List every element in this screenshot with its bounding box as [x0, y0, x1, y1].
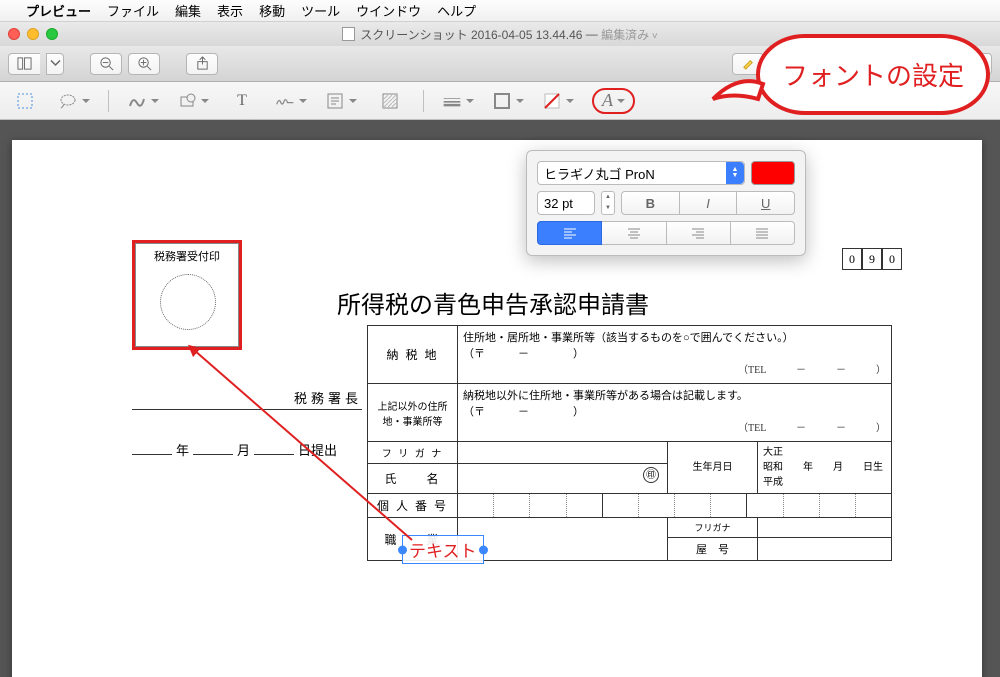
date-row: 年 月 日提出	[132, 440, 362, 459]
callout-text: フォントの設定	[756, 34, 990, 115]
document-page: 0 9 0 税務署受付印 所得税の青色申告承認申請書 税務署長 年 月 日提出 …	[12, 140, 982, 677]
stamp-label: 税務署受付印	[136, 244, 238, 264]
font-size-stepper[interactable]: ▲▼	[601, 191, 615, 215]
mask-tool[interactable]	[375, 88, 405, 114]
menubar: プレビュー ファイル 編集 表示 移動 ツール ウインドウ ヘルプ	[0, 0, 1000, 22]
form-title: 所得税の青色申告承認申請書	[337, 285, 649, 320]
menu-tools[interactable]: ツール	[301, 1, 340, 20]
share-button[interactable]	[186, 53, 218, 75]
align-justify-button[interactable]	[730, 221, 795, 245]
menu-edit[interactable]: 編集	[175, 1, 201, 20]
row-label: 個 人 番 号	[368, 494, 458, 518]
office-row: 税務署長	[132, 388, 362, 410]
text-tool[interactable]: T	[227, 88, 257, 114]
lasso-tool[interactable]	[58, 88, 90, 114]
menu-view[interactable]: 表示	[217, 1, 243, 20]
note-tool[interactable]	[325, 88, 357, 114]
stamp-highlight: 税務署受付印	[132, 240, 242, 350]
fill-color-tool[interactable]	[542, 88, 574, 114]
font-popover: ヒラギノ丸ゴ ProN ▲▼ 32 pt ▲▼ B I U	[526, 150, 806, 256]
menu-file[interactable]: ファイル	[107, 1, 159, 20]
num-box: 9	[862, 248, 882, 270]
font-tool[interactable]: A	[592, 88, 635, 114]
num-box: 0	[882, 248, 902, 270]
align-center-button[interactable]	[601, 221, 666, 245]
menu-app[interactable]: プレビュー	[26, 1, 91, 20]
font-size-input[interactable]: 32 pt	[537, 191, 595, 215]
shapes-tool[interactable]	[177, 88, 209, 114]
menu-help[interactable]: ヘルプ	[437, 1, 476, 20]
view-mode-dropdown[interactable]	[46, 53, 64, 75]
document-area[interactable]: 0 9 0 税務署受付印 所得税の青色申告承認申請書 税務署長 年 月 日提出 …	[0, 120, 1000, 677]
zoom-in-button[interactable]	[128, 53, 160, 75]
shop-label: 屋 号	[668, 538, 758, 561]
row-label: 納 税 地	[368, 326, 458, 384]
underline-button[interactable]: U	[736, 191, 795, 215]
align-left-button[interactable]	[537, 221, 602, 245]
italic-button[interactable]: I	[679, 191, 738, 215]
zoom-out-button[interactable]	[90, 53, 122, 75]
stamp-circle	[160, 274, 216, 330]
bold-button[interactable]: B	[621, 191, 680, 215]
document-icon	[342, 27, 355, 41]
border-color-tool[interactable]	[492, 88, 524, 114]
birth-label: 生年月日	[668, 442, 758, 494]
furigana-label: フ リ ガ ナ	[368, 442, 458, 464]
resize-handle-right[interactable]	[479, 545, 488, 554]
text-annotation[interactable]: テキスト	[402, 535, 484, 564]
callout-annotation: フォントの設定	[756, 34, 990, 115]
traffic-lights	[8, 28, 58, 40]
window-title: スクリーンショット 2016-04-05 13.44.46	[360, 26, 582, 43]
seal-icon: ㊞	[643, 467, 659, 483]
minimize-button[interactable]	[27, 28, 39, 40]
furigana-label: フリガナ	[668, 518, 758, 538]
select-tool[interactable]	[10, 88, 40, 114]
row-label: 上記以外の住所地・事業所等	[368, 384, 458, 442]
line-style-tool[interactable]	[442, 88, 474, 114]
view-mode-button[interactable]	[8, 53, 40, 75]
form-table: 納 税 地 住所地・居所地・事業所等（該当するものを○で囲んでください。） （〒…	[367, 325, 892, 561]
font-color-swatch[interactable]	[751, 161, 795, 185]
close-button[interactable]	[8, 28, 20, 40]
num-box: 0	[842, 248, 862, 270]
font-family-select[interactable]: ヒラギノ丸ゴ ProN ▲▼	[537, 161, 745, 185]
zoom-button[interactable]	[46, 28, 58, 40]
menu-go[interactable]: 移動	[259, 1, 285, 20]
align-right-button[interactable]	[666, 221, 731, 245]
row-label: 氏 名	[368, 464, 458, 494]
sign-tool[interactable]	[275, 88, 307, 114]
annotation-text: テキスト	[409, 542, 477, 561]
menu-window[interactable]: ウインドウ	[356, 1, 421, 20]
sketch-tool[interactable]	[127, 88, 159, 114]
resize-handle-left[interactable]	[398, 545, 407, 554]
form-number-boxes: 0 9 0	[842, 248, 902, 270]
edited-label[interactable]: 編集済み	[601, 26, 658, 43]
